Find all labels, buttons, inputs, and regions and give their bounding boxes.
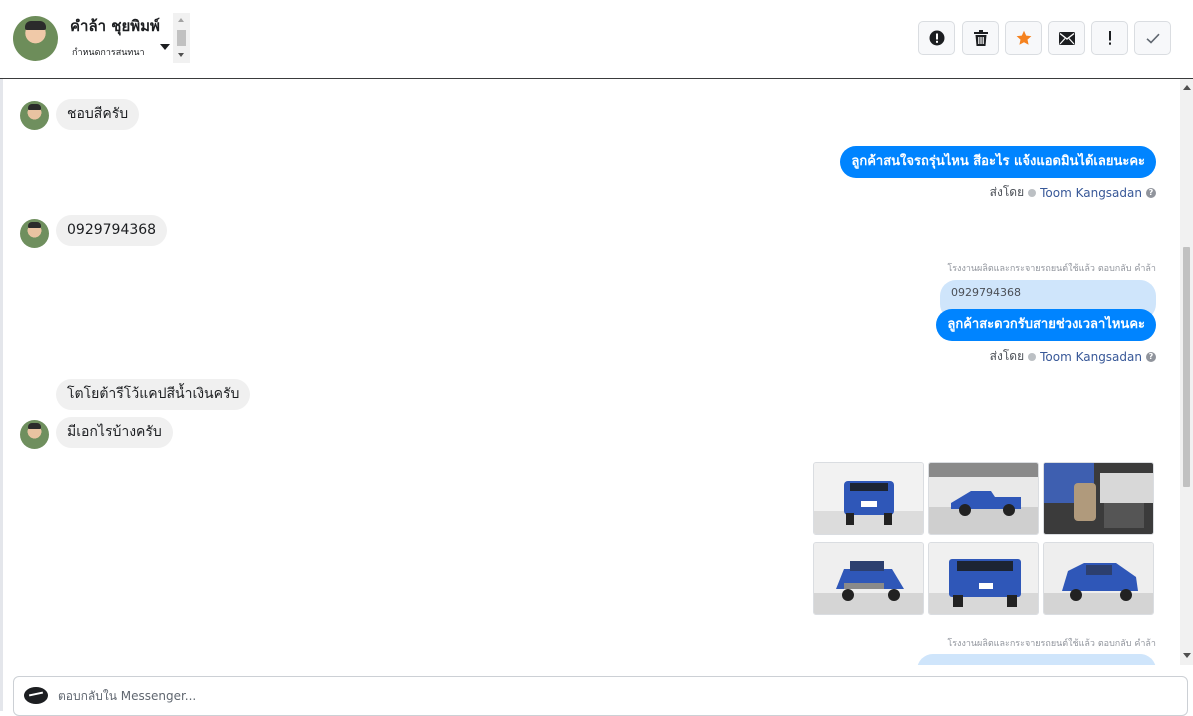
header-scrollbar[interactable] — [173, 13, 190, 63]
sent-by-line: ส่งโดย Toom Kangsadan ? — [990, 183, 1156, 202]
outgoing-message: ลูกค้าสะดวกรับสายช่วงเวลาไหนคะ — [936, 309, 1156, 341]
sent-by-label: ส่งโดย — [989, 185, 1025, 199]
contact-name[interactable]: คำล้า ชุยพิมพ์ — [70, 14, 160, 38]
gallery-image[interactable] — [813, 462, 924, 535]
gallery-image[interactable] — [928, 462, 1039, 535]
reply-input[interactable] — [58, 686, 658, 706]
mark-spam-button[interactable] — [918, 21, 955, 55]
mark-unread-button[interactable] — [1048, 21, 1085, 55]
envelope-icon — [1058, 31, 1075, 45]
scroll-down-icon[interactable] — [178, 53, 184, 57]
reply-composer — [13, 676, 1188, 716]
reply-caption: โรงงานผลิตและกระจายรถยนต์ใช้แล้ว ตอบกลับ… — [947, 639, 1156, 649]
image-gallery — [813, 462, 1156, 617]
star-button[interactable] — [1005, 21, 1042, 55]
agent-name-link[interactable]: Toom Kangsadan — [1040, 186, 1142, 200]
contact-avatar-small — [20, 219, 49, 248]
gallery-image[interactable] — [1043, 542, 1154, 615]
contact-avatar[interactable] — [13, 16, 58, 61]
outgoing-message: ลูกค้าสนใจรถรุ่นไหน สีอะไร แจ้งแอดมินได้… — [840, 146, 1156, 178]
conversation-header: คำล้า ชุยพิมพ์ กำหนดการสนทนา — [0, 0, 1193, 79]
mark-done-button[interactable] — [1134, 21, 1171, 55]
agent-name-link[interactable]: Toom Kangsadan — [1040, 350, 1142, 364]
star-icon — [1016, 30, 1031, 45]
trash-icon — [973, 30, 988, 46]
conversation-label[interactable]: กำหนดการสนทนา — [72, 45, 145, 59]
message-thread[interactable]: . ชอบสีครับ ลูกค้าสนใจรถรุ่นไหน สีอะไร แ… — [0, 79, 1178, 665]
truck-front-angle-photo — [1044, 543, 1153, 614]
scroll-thumb[interactable] — [1183, 247, 1190, 487]
sent-by-label: ส่งโดย — [989, 349, 1025, 363]
truck-rear-angle-photo — [929, 543, 1038, 614]
page-logo-icon — [24, 687, 48, 704]
scroll-down-icon[interactable] — [1183, 653, 1191, 658]
previous-caption-stub: . — [1092, 79, 1095, 81]
truck-interior-photo — [1044, 463, 1153, 534]
contact-avatar-small — [20, 101, 49, 130]
thread-scrollbar[interactable] — [1180, 79, 1193, 665]
incoming-message: โตโยต้ารีโว้แคปสีน้ำเงินครับ — [56, 379, 251, 410]
sent-by-line: ส่งโดย Toom Kangsadan ? — [990, 347, 1156, 366]
checkmark-icon — [1145, 33, 1160, 44]
scroll-thumb[interactable] — [177, 30, 186, 46]
truck-rear-photo — [814, 463, 923, 534]
truck-side-photo — [929, 463, 1038, 534]
contact-avatar-small — [20, 420, 49, 449]
quoted-message-partial[interactable] — [917, 654, 1156, 665]
gallery-image[interactable] — [928, 542, 1039, 615]
exclamation-circle-icon — [929, 30, 944, 46]
incoming-message: มีเอกไรบ้างครับ — [56, 417, 173, 448]
chevron-down-icon[interactable] — [160, 44, 170, 50]
incoming-message: ชอบสีครับ — [56, 99, 140, 130]
follow-up-button[interactable] — [1091, 21, 1128, 55]
agent-avatar-icon — [1028, 188, 1037, 197]
scroll-up-icon[interactable] — [178, 18, 184, 22]
delete-button[interactable] — [962, 21, 999, 55]
truck-front-photo — [814, 543, 923, 614]
agent-avatar-icon — [1028, 352, 1037, 361]
exclamation-icon — [1108, 31, 1111, 45]
help-icon[interactable]: ? — [1146, 351, 1156, 362]
gallery-image[interactable] — [813, 542, 924, 615]
help-icon[interactable]: ? — [1146, 187, 1156, 198]
reply-caption: โรงงานผลิตและกระจายรถยนต์ใช้แล้ว ตอบกลับ… — [947, 264, 1156, 274]
scroll-up-icon[interactable] — [1183, 85, 1191, 90]
gallery-image[interactable] — [1043, 462, 1154, 535]
incoming-message: 0929794368 — [56, 215, 168, 246]
